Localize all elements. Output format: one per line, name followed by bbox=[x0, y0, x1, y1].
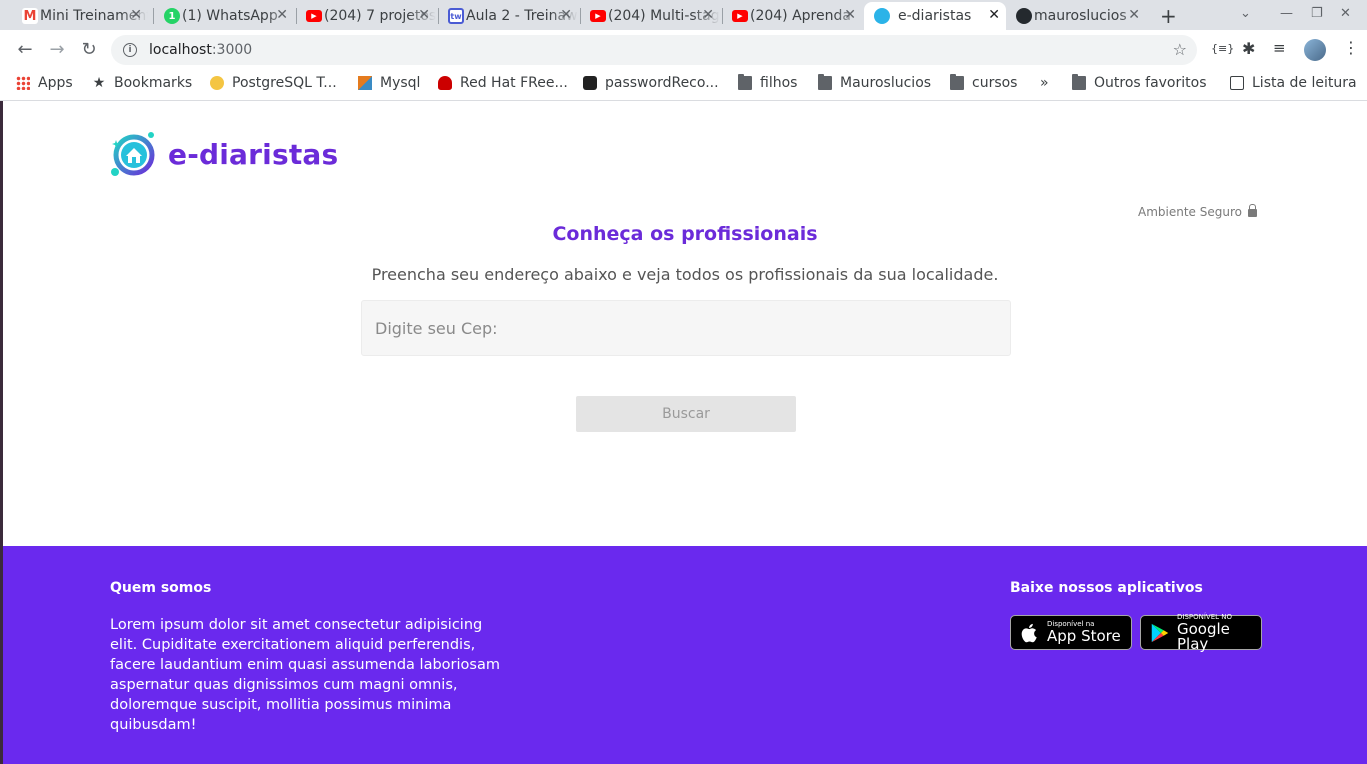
close-icon[interactable]: ✕ bbox=[988, 7, 1000, 23]
apple-icon bbox=[1021, 623, 1037, 642]
restore-icon[interactable]: ❐ bbox=[1311, 6, 1323, 21]
bookmark-apps[interactable]: Apps bbox=[16, 75, 73, 91]
page-title: Conheça os profissionais bbox=[552, 223, 818, 245]
menu-kebab-icon[interactable]: ⋮ bbox=[1343, 38, 1359, 57]
bookmark-folder-filhos[interactable]: filhos bbox=[738, 74, 797, 91]
url-text[interactable]: localhost:3000 bbox=[149, 42, 252, 58]
google-play-badge[interactable]: DISPONÍVEL NO Google Play bbox=[1140, 613, 1262, 651]
bookmark-star-icon[interactable]: ☆ bbox=[1173, 40, 1187, 59]
forward-icon[interactable]: → bbox=[46, 39, 68, 60]
apps-grid-icon bbox=[16, 76, 30, 90]
about-text: Lorem ipsum dolor sit amet consectetur a… bbox=[110, 617, 500, 733]
extensions-puzzle-icon[interactable]: ✱ bbox=[1242, 39, 1255, 58]
house-bubble-icon bbox=[111, 132, 155, 176]
browser-tab[interactable]: ▶ (204) 7 projetos ✕ bbox=[302, 2, 436, 30]
star-icon: ★ bbox=[92, 75, 106, 91]
gmail-icon: M bbox=[22, 8, 38, 24]
bookmark-mysql[interactable]: Mysql bbox=[358, 75, 420, 91]
brand-name: e-diaristas bbox=[168, 137, 339, 171]
close-icon[interactable]: ✕ bbox=[276, 7, 288, 23]
search-button[interactable]: Buscar bbox=[576, 396, 796, 432]
media-control-icon[interactable]: ≡ bbox=[1273, 39, 1286, 57]
close-icon[interactable]: ✕ bbox=[130, 7, 142, 23]
folder-icon bbox=[1072, 74, 1086, 90]
secure-environment-badge: Ambiente Seguro bbox=[1138, 204, 1257, 219]
browser-tab-active[interactable]: e-diaristas ✕ bbox=[864, 2, 1006, 30]
bookmarks-bar: Apps ★ Bookmarks PostgreSQL T... Mysql R… bbox=[0, 70, 1367, 98]
folder-icon bbox=[738, 74, 752, 90]
new-tab-button[interactable]: + bbox=[1160, 4, 1177, 28]
bookmark-folder-mauroslucios[interactable]: Mauroslucios bbox=[818, 74, 931, 91]
bookmark-reading-list[interactable]: Lista de leitura bbox=[1230, 75, 1357, 91]
whatsapp-icon: 1 bbox=[164, 8, 180, 24]
address-bar[interactable]: i localhost:3000 ☆ bbox=[111, 35, 1197, 65]
mysql-icon bbox=[358, 76, 372, 90]
reload-icon[interactable]: ↻ bbox=[78, 39, 100, 60]
close-icon[interactable]: ✕ bbox=[1128, 7, 1140, 23]
redhat-icon bbox=[438, 76, 452, 90]
github-icon bbox=[1016, 8, 1032, 24]
close-window-icon[interactable]: ✕ bbox=[1340, 6, 1351, 21]
browser-tab[interactable]: 1 (1) WhatsApp ✕ bbox=[160, 2, 294, 30]
treinaweb-icon: tw bbox=[448, 8, 464, 24]
bookmark-bookmarks[interactable]: ★ Bookmarks bbox=[92, 75, 193, 91]
browser-tab[interactable]: M Mini Treinamento ✕ bbox=[18, 2, 148, 30]
browser-tab[interactable]: ▶ (204) Aprenda ✕ bbox=[728, 2, 862, 30]
reading-list-icon bbox=[1230, 76, 1244, 90]
folder-icon bbox=[950, 74, 964, 90]
youtube-icon: ▶ bbox=[732, 10, 748, 22]
bookmark-folder-cursos[interactable]: cursos bbox=[950, 74, 1017, 91]
tab-strip: M Mini Treinamento ✕ 1 (1) WhatsApp ✕ ▶ … bbox=[0, 0, 1367, 30]
back-icon[interactable]: ← bbox=[14, 39, 36, 60]
site-info-icon[interactable]: i bbox=[123, 43, 137, 57]
lock-icon bbox=[1247, 204, 1257, 217]
browser-tab[interactable]: mauroslucios ✕ bbox=[1012, 2, 1146, 30]
app-store-badge[interactable]: Disponível na App Store bbox=[1010, 615, 1132, 650]
folder-icon bbox=[818, 74, 832, 90]
more-bookmarks-icon[interactable]: » bbox=[1040, 75, 1049, 91]
youtube-icon: ▶ bbox=[590, 10, 606, 22]
bookmark-folder-outros[interactable]: Outros favoritos bbox=[1072, 74, 1207, 91]
profile-avatar[interactable] bbox=[1304, 39, 1326, 61]
browser-tab[interactable]: ▶ (204) Multi-stage ✕ bbox=[586, 2, 720, 30]
page-subtitle: Preencha seu endereço abaixo e veja todo… bbox=[371, 265, 999, 284]
google-play-icon bbox=[1151, 623, 1169, 642]
close-icon[interactable]: ✕ bbox=[844, 7, 856, 23]
browser-toolbar: ← → ↻ i localhost:3000 ☆ {≡} ✱ ≡ ⋮ bbox=[0, 30, 1367, 70]
minimize-icon[interactable]: — bbox=[1280, 6, 1293, 21]
brand-logo[interactable]: e-diaristas bbox=[110, 130, 338, 178]
close-icon[interactable]: ✕ bbox=[560, 7, 572, 23]
page-viewport: e-diaristas Ambiente Seguro Conheça os p… bbox=[3, 101, 1367, 764]
about-title: Quem somos bbox=[110, 580, 212, 596]
close-icon[interactable]: ✕ bbox=[702, 7, 714, 23]
apps-title: Baixe nossos aplicativos bbox=[1010, 580, 1203, 596]
json-viewer-extension-icon[interactable]: {≡} bbox=[1211, 42, 1234, 55]
postgresql-icon bbox=[210, 76, 224, 90]
site-footer: Quem somos Lorem ipsum dolor sit amet co… bbox=[3, 546, 1367, 764]
browser-tab[interactable]: tw Aula 2 - Treinaweb ✕ bbox=[444, 2, 578, 30]
cep-input[interactable] bbox=[361, 300, 1011, 356]
bookmark-postgresql[interactable]: PostgreSQL T... bbox=[210, 75, 337, 91]
tab-search-icon[interactable]: ⌄ bbox=[1240, 6, 1251, 21]
close-icon[interactable]: ✕ bbox=[418, 7, 430, 23]
ediaristas-icon bbox=[874, 8, 890, 24]
bookmark-site-icon bbox=[583, 76, 597, 90]
bookmark-passwordrecovery[interactable]: passwordReco... bbox=[583, 75, 719, 91]
youtube-icon: ▶ bbox=[306, 10, 322, 22]
bookmark-redhat[interactable]: Red Hat FRee... bbox=[438, 75, 568, 91]
